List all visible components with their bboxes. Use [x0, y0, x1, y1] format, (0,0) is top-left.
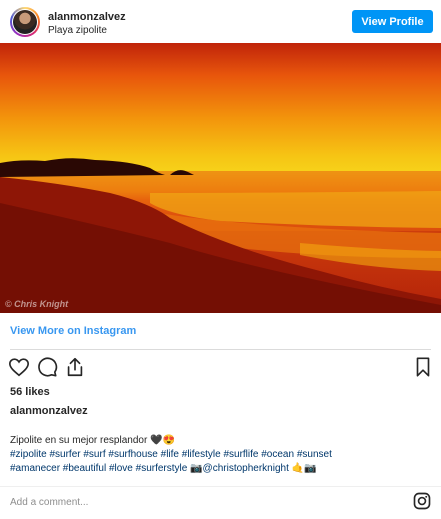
view-more-link[interactable]: View More on Instagram	[10, 325, 136, 337]
caption-hashtags[interactable]: #zipolite #surfer #surf #surfhouse #life…	[10, 448, 410, 462]
caption-username[interactable]: alanmonzalvez	[10, 405, 88, 417]
photo-watermark: © Chris Knight	[5, 299, 69, 309]
caption: Zipolite en su mejor resplandor 🖤😍 #zipo…	[10, 434, 410, 476]
instagram-logo-icon[interactable]	[413, 492, 431, 510]
comment-divider	[0, 486, 441, 487]
instagram-embed: alanmonzalvez Playa zipolite View Profil…	[0, 0, 441, 519]
username[interactable]: alanmonzalvez	[48, 11, 126, 23]
add-comment-link[interactable]: Add a comment...	[10, 497, 88, 508]
comment-icon[interactable]	[36, 356, 58, 378]
heart-icon[interactable]	[8, 356, 30, 378]
likes-count[interactable]: 56 likes	[10, 386, 50, 398]
bookmark-icon[interactable]	[412, 356, 434, 378]
post-header: alanmonzalvez Playa zipolite View Profil…	[0, 0, 441, 44]
location[interactable]: Playa zipolite	[48, 25, 107, 36]
share-icon[interactable]	[64, 356, 86, 378]
avatar[interactable]	[10, 7, 40, 37]
divider	[10, 349, 431, 350]
post-photo[interactable]: © Chris Knight	[0, 43, 441, 313]
caption-text: Zipolite en su mejor resplandor 🖤😍	[10, 435, 175, 446]
sunset-scene	[0, 158, 441, 313]
view-profile-button[interactable]: View Profile	[352, 10, 433, 33]
caption-hashtags-2[interactable]: #amanecer #beautiful #love #surferstyle …	[10, 462, 410, 476]
